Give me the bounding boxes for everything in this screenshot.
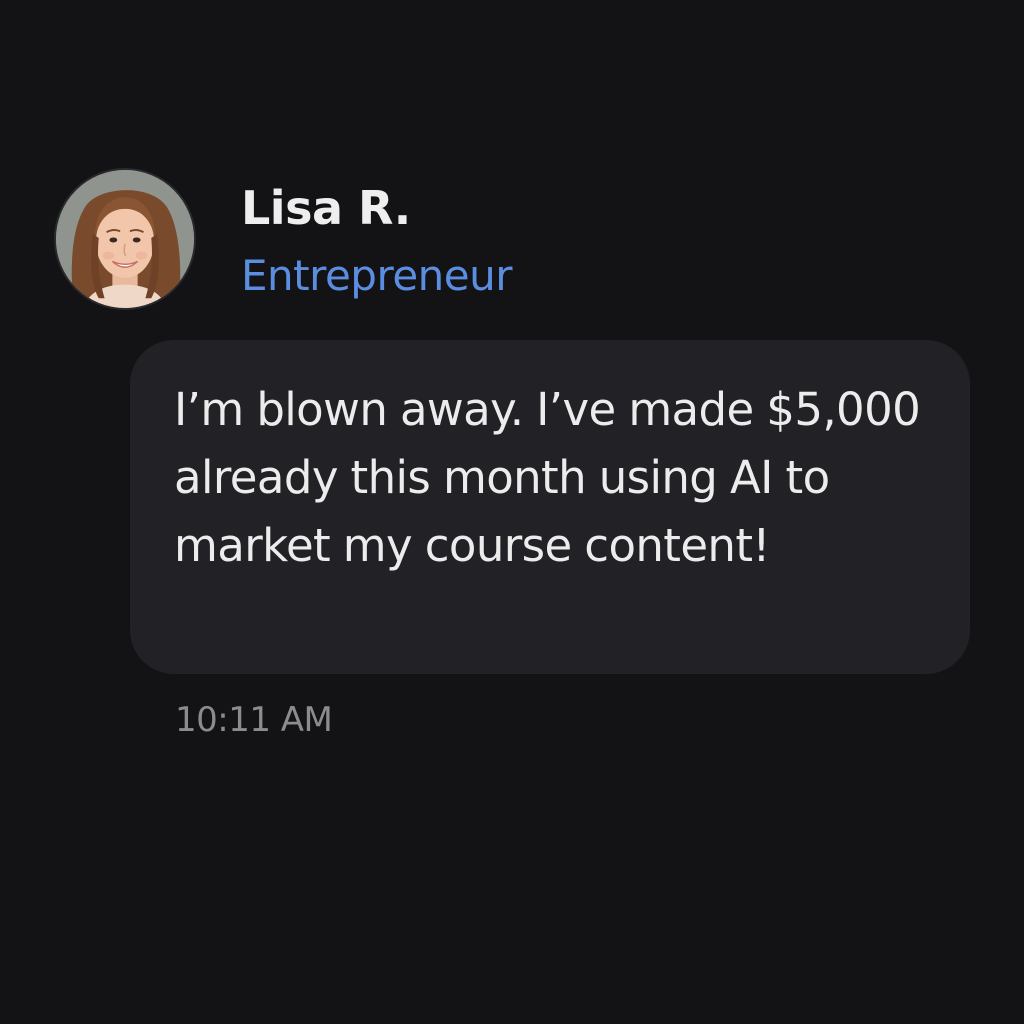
message-bubble[interactable]: I’m blown away. I’ve made $5,000 already… bbox=[130, 340, 970, 674]
avatar[interactable] bbox=[54, 168, 196, 310]
sender-name[interactable]: Lisa R. bbox=[241, 178, 411, 238]
message-text: I’m blown away. I’ve made $5,000 already… bbox=[174, 383, 921, 572]
message-timestamp: 10:11 AM bbox=[175, 700, 333, 740]
message-card: Lisa R. Entrepreneur I’m blown away. I’v… bbox=[0, 0, 1024, 1024]
user-photo-avatar-icon bbox=[56, 170, 194, 308]
sender-title: Entrepreneur bbox=[241, 251, 513, 300]
